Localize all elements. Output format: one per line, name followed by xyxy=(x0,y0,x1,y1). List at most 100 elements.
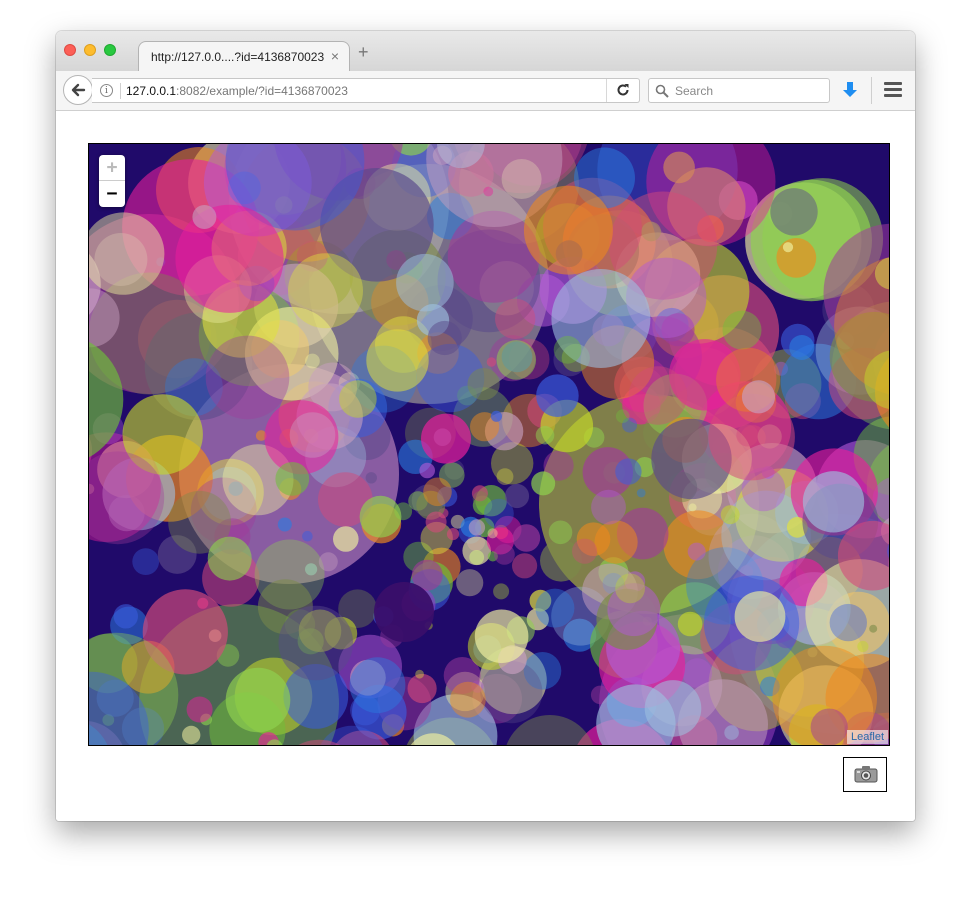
circle-marker[interactable] xyxy=(496,340,537,380)
browser-tab[interactable]: http://127.0.0....?id=4136870023 × xyxy=(138,41,350,72)
circle-marker[interactable] xyxy=(374,582,434,642)
search-box[interactable] xyxy=(648,78,830,103)
circle-marker[interactable] xyxy=(339,380,377,418)
circle-marker[interactable] xyxy=(302,530,313,542)
circle-marker[interactable] xyxy=(722,310,762,350)
circle-marker[interactable] xyxy=(810,708,848,746)
circle-marker[interactable] xyxy=(494,544,515,565)
circle-marker[interactable] xyxy=(531,471,556,496)
circle-marker[interactable] xyxy=(490,410,502,422)
circle-marker[interactable] xyxy=(776,238,817,278)
circle-marker[interactable] xyxy=(359,495,402,538)
circle-marker[interactable] xyxy=(789,335,815,360)
circle-marker[interactable] xyxy=(289,412,336,458)
circle-marker[interactable] xyxy=(333,526,359,552)
maximize-window-button[interactable] xyxy=(104,44,116,56)
circle-marker[interactable] xyxy=(512,524,541,552)
circle-marker[interactable] xyxy=(421,413,471,464)
new-tab-button[interactable]: + xyxy=(358,42,369,63)
circle-marker[interactable] xyxy=(741,380,776,414)
minimize-window-button[interactable] xyxy=(84,44,96,56)
circle-marker[interactable] xyxy=(869,624,878,633)
circle-marker[interactable] xyxy=(366,329,429,392)
circle-marker[interactable] xyxy=(829,603,867,642)
circle-marker[interactable] xyxy=(591,489,626,525)
circle-marker[interactable] xyxy=(504,483,530,509)
zoom-out-button[interactable]: − xyxy=(99,181,125,207)
tab-close-icon[interactable]: × xyxy=(331,48,339,64)
reload-button[interactable] xyxy=(606,79,639,102)
circle-marker[interactable] xyxy=(512,553,538,579)
search-input[interactable] xyxy=(673,81,827,101)
url-bar[interactable]: i 127.0.0.1:8082/example/?id=4136870023 xyxy=(92,78,640,103)
circle-marker[interactable] xyxy=(419,462,436,479)
circle-marker[interactable] xyxy=(496,468,514,485)
circle-marker[interactable] xyxy=(277,517,292,532)
circle-marker[interactable] xyxy=(423,477,452,507)
circle-marker[interactable] xyxy=(425,511,447,533)
circle-marker[interactable] xyxy=(857,640,869,653)
circle-marker[interactable] xyxy=(782,242,794,253)
circle-marker[interactable] xyxy=(225,667,291,733)
circle-marker[interactable] xyxy=(396,253,454,312)
circle-marker[interactable] xyxy=(450,681,486,718)
hamburger-menu-icon[interactable] xyxy=(884,82,902,98)
circle-marker[interactable] xyxy=(288,253,363,329)
info-icon[interactable]: i xyxy=(100,84,113,97)
circle-marker[interactable] xyxy=(802,471,865,533)
screenshot-button[interactable] xyxy=(843,757,887,792)
circle-marker[interactable] xyxy=(677,611,703,637)
circle-marker[interactable] xyxy=(889,492,890,516)
circle-marker[interactable] xyxy=(493,583,510,600)
circle-marker[interactable] xyxy=(407,673,437,704)
circle-marker[interactable] xyxy=(720,505,740,525)
leaflet-map[interactable]: + − Leaflet xyxy=(88,143,890,746)
circle-marker[interactable] xyxy=(483,186,494,197)
download-button[interactable] xyxy=(839,79,861,101)
circle-marker[interactable] xyxy=(192,205,217,229)
circle-marker[interactable] xyxy=(688,503,697,512)
circle-marker[interactable] xyxy=(770,188,818,236)
circle-marker[interactable] xyxy=(486,357,497,367)
circle-marker[interactable] xyxy=(628,366,688,425)
circle-marker[interactable] xyxy=(487,528,498,539)
circle-marker[interactable] xyxy=(535,425,555,445)
circle-marker[interactable] xyxy=(536,374,579,417)
circle-marker[interactable] xyxy=(553,335,582,364)
circle-marker[interactable] xyxy=(186,696,213,723)
circle-marker[interactable] xyxy=(615,458,642,485)
circle-markers-layer[interactable] xyxy=(89,144,890,746)
circle-marker[interactable] xyxy=(535,588,575,628)
circle-marker[interactable] xyxy=(132,548,160,575)
circle-marker[interactable] xyxy=(415,669,424,679)
circle-marker[interactable] xyxy=(175,204,284,313)
circle-marker[interactable] xyxy=(724,725,739,740)
circle-marker[interactable] xyxy=(467,368,500,401)
circle-marker[interactable] xyxy=(278,605,354,681)
circle-marker[interactable] xyxy=(615,573,645,604)
circle-marker[interactable] xyxy=(572,538,598,564)
circle-marker[interactable] xyxy=(523,185,613,275)
circle-marker[interactable] xyxy=(644,680,702,737)
circle-marker[interactable] xyxy=(113,604,138,629)
circle-marker[interactable] xyxy=(472,491,489,507)
close-window-button[interactable] xyxy=(64,44,76,56)
circle-marker[interactable] xyxy=(305,353,320,369)
circle-marker[interactable] xyxy=(474,609,529,664)
circle-marker[interactable] xyxy=(182,725,201,745)
zoom-in-button[interactable]: + xyxy=(99,155,125,181)
circle-marker[interactable] xyxy=(548,520,573,545)
leaflet-attribution-link[interactable]: Leaflet xyxy=(846,730,888,744)
back-button[interactable] xyxy=(63,75,93,105)
circle-marker[interactable] xyxy=(349,657,406,714)
circle-marker[interactable] xyxy=(687,542,706,561)
circle-marker[interactable] xyxy=(594,520,638,564)
circle-marker[interactable] xyxy=(456,569,484,597)
circle-marker[interactable] xyxy=(318,552,338,572)
circle-marker[interactable] xyxy=(495,298,536,339)
circle-marker[interactable] xyxy=(205,335,290,420)
circle-marker[interactable] xyxy=(468,519,486,536)
circle-marker[interactable] xyxy=(275,462,310,496)
url-text[interactable]: 127.0.0.1:8082/example/?id=4136870023 xyxy=(126,84,348,98)
circle-marker[interactable] xyxy=(734,591,786,642)
